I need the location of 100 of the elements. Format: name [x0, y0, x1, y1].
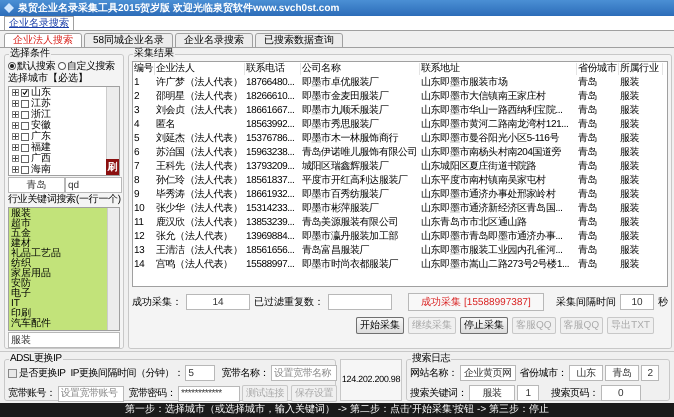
table-cell-text: 许广梦（法人代表） [155, 77, 244, 89]
table-cell-text: 服装 [619, 91, 640, 103]
table-cell-text: 即墨市卓优服装厂 [301, 77, 380, 89]
table-cell-text: 服装 [619, 77, 640, 89]
table-cell-text: 18563992... [245, 119, 296, 131]
city-name: 广东 [31, 131, 51, 142]
city-name: 福建 [31, 142, 51, 153]
tab[interactable]: 58同城企业名录 [84, 33, 174, 47]
table-cell-text: 服装 [619, 217, 640, 229]
tab[interactable]: 已搜索数据查询 [255, 33, 344, 47]
province-field[interactable]: 山东 [569, 365, 603, 381]
account-field[interactable]: 设置宽带账号 [58, 386, 124, 402]
table-cell-text: 邵明星（法人代表） [155, 91, 244, 103]
field-label: 网站名称： [410, 366, 458, 380]
table-cell-text: 青岛伊诺唯儿服饰有限公司 [301, 147, 418, 159]
table-cell-text: 7 [133, 161, 140, 173]
top-tab[interactable]: 企业名录搜索 [4, 16, 74, 30]
column-header[interactable]: 公司名称 [301, 63, 420, 75]
table-cell-text: 服装 [619, 203, 640, 215]
table-cell-text: 匿名 [155, 119, 176, 131]
keyword-label: 行业关键词搜索(一行一个) [8, 194, 120, 206]
city-field[interactable]: 青岛 [605, 365, 639, 381]
table-cell-text: 即墨市金麦田服装厂 [301, 91, 390, 103]
table-cell-text: 青岛 [577, 133, 598, 145]
refresh-button[interactable]: 刷 [106, 159, 119, 175]
table-cell-text: 即墨市木一林服饰商行 [301, 133, 400, 145]
search-mode-radio[interactable]: 自定义搜索 [58, 58, 114, 74]
table-cell-text: 服装 [619, 245, 640, 257]
field-label: 宽带名称： [221, 366, 269, 380]
table-cell-text: 山东即墨市通济新经济区青岛国... [420, 203, 564, 215]
table-cell-text: 青岛 [577, 231, 598, 243]
keyword-line: 家居用品 [11, 269, 52, 279]
table-cell-text: 刘延杰（法人代表） [155, 133, 244, 145]
code-field[interactable]: qd [65, 177, 122, 193]
action-button[interactable]: 开始采集 [356, 317, 404, 334]
table-cell-text: 15963238... [245, 147, 296, 159]
interval-field[interactable]: 10 [620, 294, 654, 310]
column-header[interactable]: 所属行业 [619, 63, 663, 75]
checkbox-label: 是否更换IP [19, 366, 66, 380]
site-field[interactable]: 企业黄页网 [460, 365, 516, 381]
group-title: 搜索日志 [411, 353, 451, 365]
page-field[interactable]: 0 [600, 385, 640, 401]
table-cell-text: 5 [133, 133, 140, 145]
field-label: 搜索关键词： [410, 386, 467, 400]
table-cell-text: 山东城阳区夏庄街道书院路 [420, 161, 538, 173]
table-cell-text: 9 [133, 189, 140, 201]
table-cell-text: 6 [133, 147, 140, 159]
city-label: 选择城市【必选】 [8, 73, 89, 85]
stat-label: 成功采集： [132, 296, 182, 310]
table-cell-text: 平度市开红高利达服装厂 [301, 175, 409, 187]
field-label: 宽带密码： [128, 386, 176, 401]
tab[interactable]: 企业法人搜索 [4, 33, 82, 47]
table-cell-text: 青岛 [577, 91, 598, 103]
interval-label: 采集间隔时间 [556, 296, 616, 310]
table-cell-text: 服装 [619, 175, 640, 187]
action-button[interactable]: 停止采集 [460, 317, 508, 334]
ip-interval-field[interactable]: 5 [185, 365, 216, 381]
city-field[interactable]: 青岛 [8, 177, 65, 193]
table-cell-text: 15376786... [245, 133, 296, 145]
city-name: 安徽 [31, 120, 51, 131]
column-header[interactable]: 编号 [133, 63, 155, 75]
table-cell-text: 青岛 [577, 203, 598, 215]
table-cell-text: 服装 [619, 231, 640, 243]
table-cell-text: 王科先（法人代表） [155, 161, 244, 173]
keyword-field[interactable]: 服装 [8, 332, 120, 348]
keyword-value-field[interactable]: 服装 [469, 385, 515, 401]
stat-label: 已过滤重复数： [254, 296, 324, 310]
table-cell-text: 山东青岛市市北区通山路 [420, 217, 528, 229]
group-title: 采集结果 [133, 48, 175, 60]
tab[interactable]: 企业名录搜索 [175, 33, 254, 47]
table-cell-text: 山东即墨市曼谷阳光小区5-116号 [420, 133, 560, 145]
table-cell-text: 15588997... [245, 259, 296, 271]
bandwidth-name-field[interactable]: 设置宽带名称 [270, 365, 337, 381]
city-count-field[interactable]: 2 [641, 365, 659, 381]
keyword-line: 超市 [11, 219, 32, 229]
table-cell-text: 青岛 [577, 217, 598, 229]
table-cell-text: 青岛富昌服装厂 [301, 245, 370, 257]
success-count-field[interactable]: 14 [186, 294, 250, 310]
table-cell-text: 苏治国（法人代表） [155, 147, 244, 159]
keyword-line: 纺织 [11, 259, 31, 269]
column-header[interactable]: 联系地址 [420, 63, 577, 75]
table-cell-text: 服装 [619, 259, 640, 271]
table-cell-text: 10 [133, 203, 146, 215]
keyword-list[interactable]: 服装 超市 五金 建材 礼品工艺品 纺织 家居用品 安防 电子 IT 印刷 汽车配件 [8, 207, 120, 331]
column-header[interactable]: 企业法人 [155, 63, 245, 75]
table-cell-text: 即墨市九顺禾服装厂 [301, 105, 390, 117]
field-label: 搜索页码： [551, 386, 598, 400]
unit-label: 秒 [658, 296, 668, 310]
password-field[interactable]: ************ [178, 386, 240, 402]
keyword-count-field[interactable]: 1 [517, 385, 539, 401]
group-title: 选择条件 [9, 48, 51, 60]
column-header[interactable]: 联系电话 [245, 63, 301, 75]
search-mode-radio[interactable]: 默认搜索 [8, 58, 55, 74]
table-cell-text: 青岛 [577, 259, 598, 271]
column-header[interactable]: 省份城市 [577, 63, 619, 75]
table-cell-text: 12 [133, 231, 146, 243]
table-cell-text: 服装 [619, 133, 640, 145]
table-cell-text: 1 [133, 77, 140, 89]
window-title: 泉贸企业名录采集工具2015贺岁版 欢迎光临泉贸软件www.svch0st.com [18, 1, 340, 16]
table-cell-text: 鹿汉欣（法人代表） [155, 217, 244, 229]
